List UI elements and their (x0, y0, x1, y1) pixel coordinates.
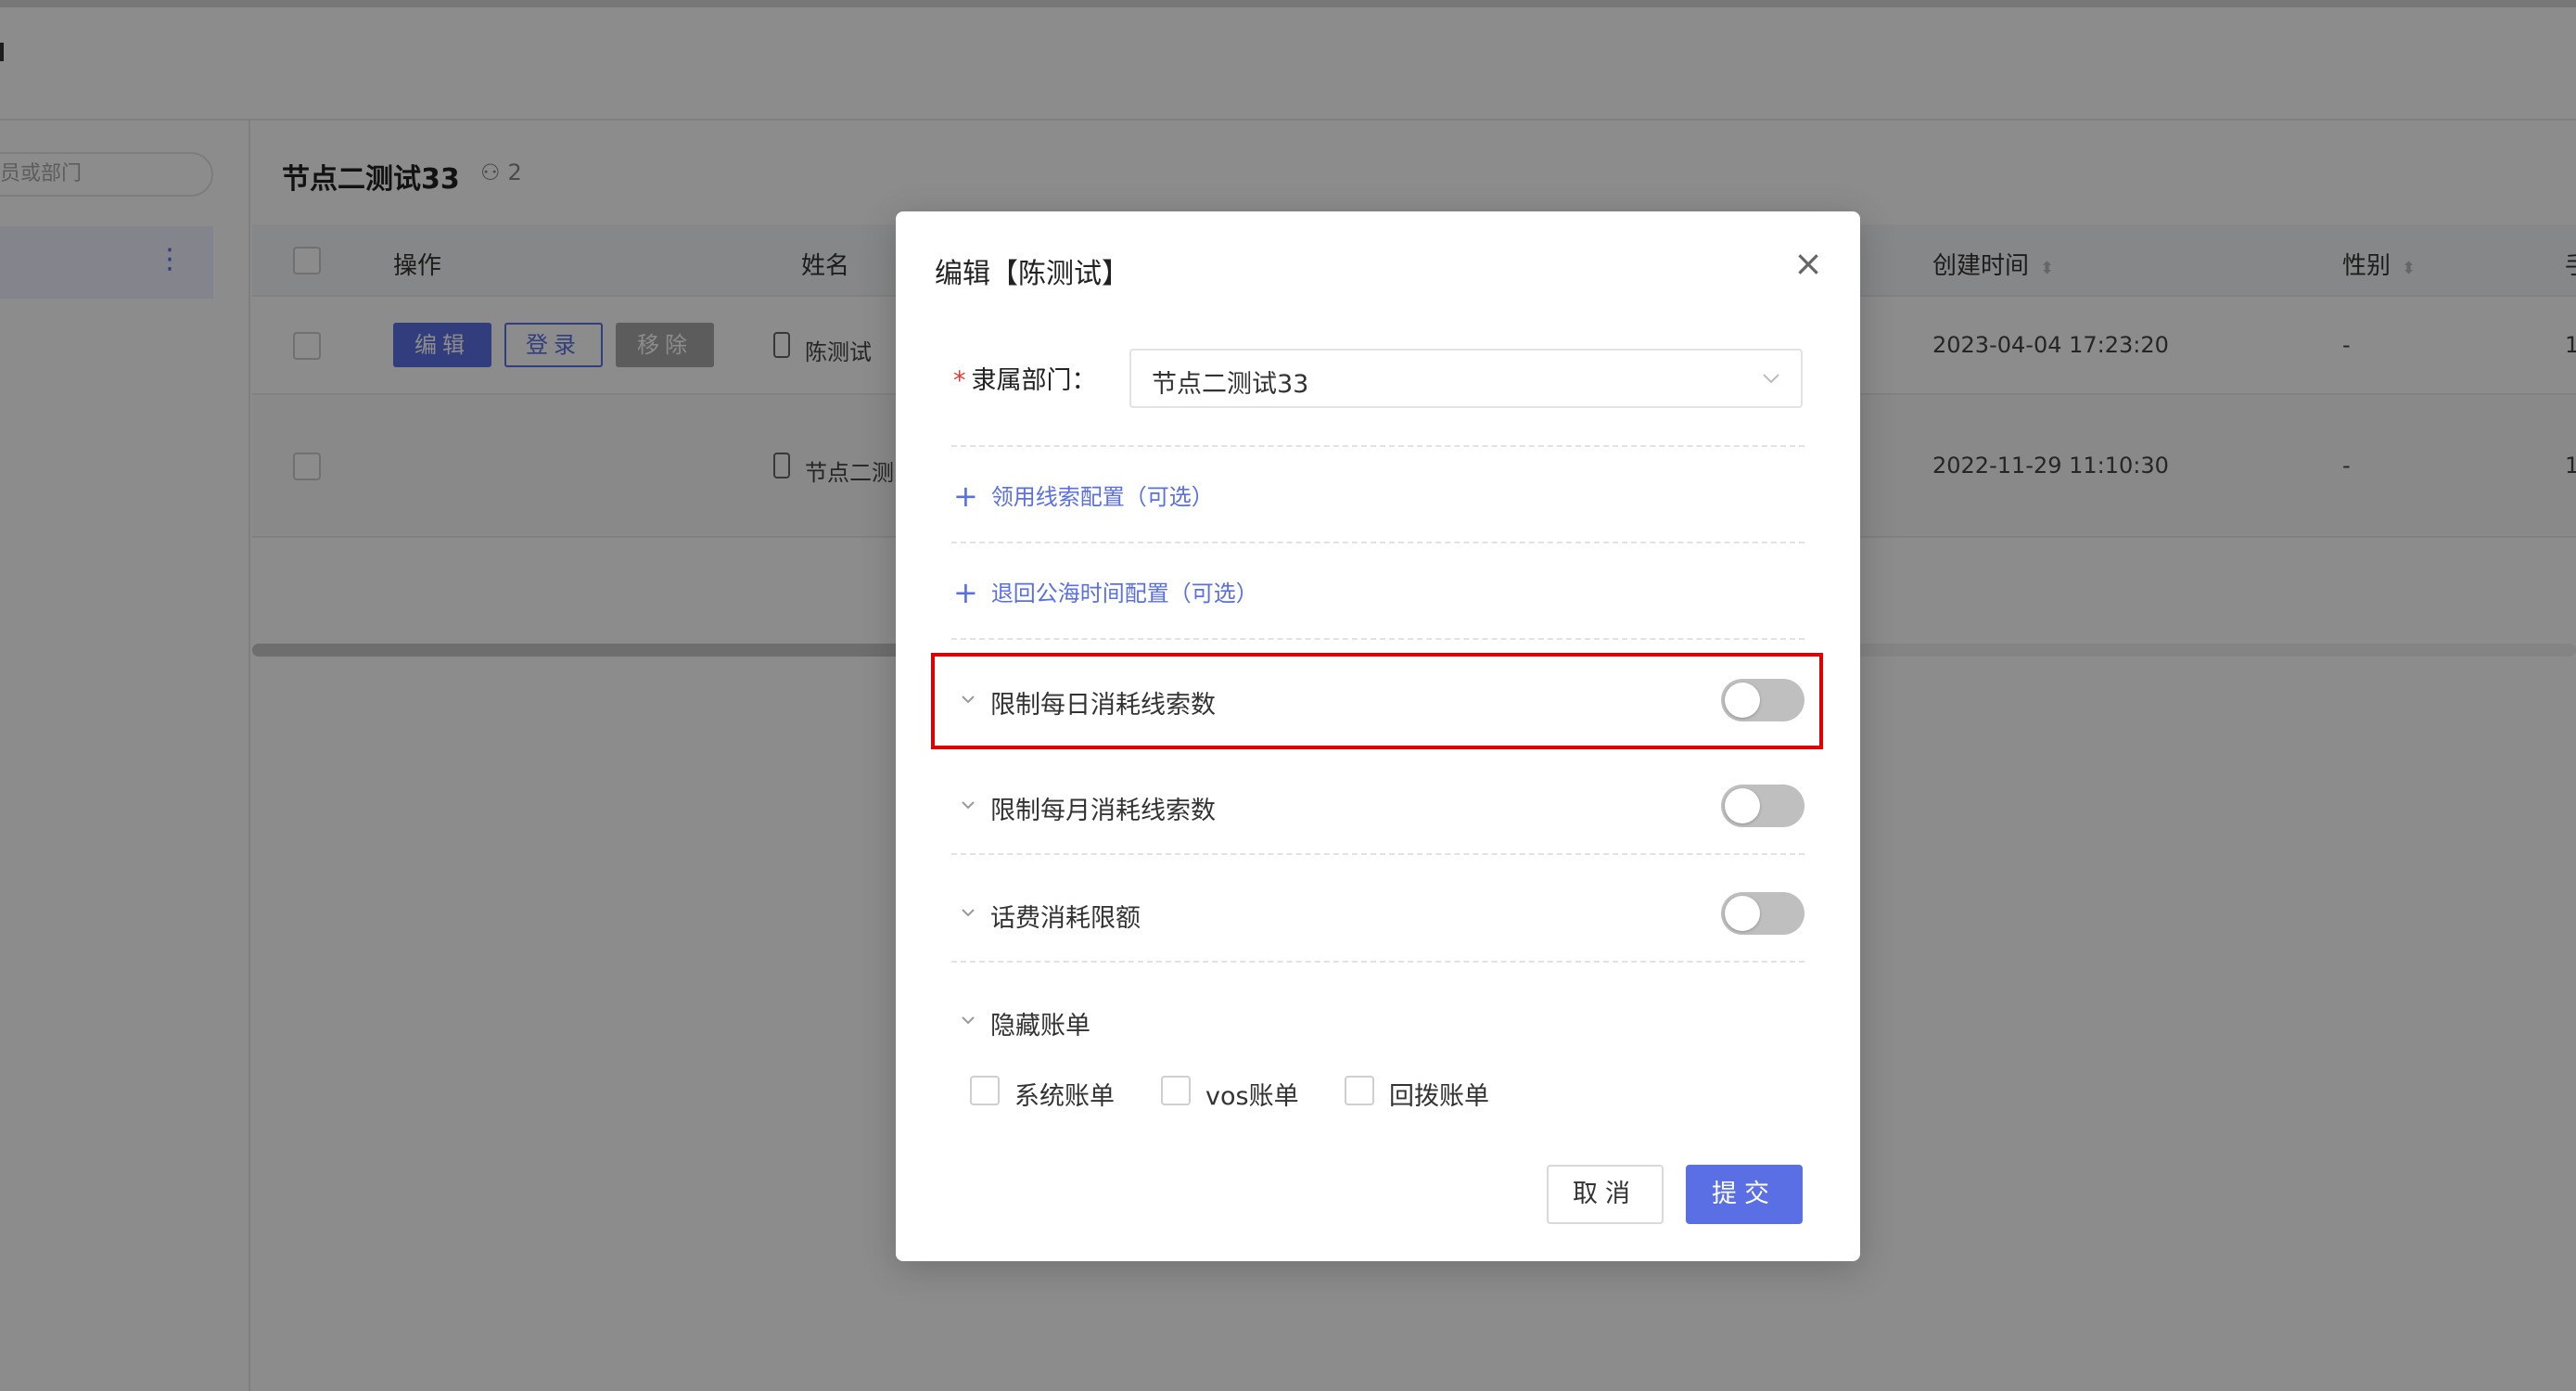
system-bill-label: 系统账单 (1014, 1082, 1115, 1111)
department-label-text: 隶属部门： (971, 366, 1097, 395)
department-select-value: 节点二测试33 (1152, 370, 1309, 399)
divider (951, 853, 1804, 855)
checkbox-box[interactable] (1161, 1076, 1191, 1105)
phone-fee-limit-row[interactable]: 话费消耗限额 (953, 887, 1804, 942)
checkbox-box[interactable] (970, 1076, 1000, 1105)
monthly-lead-limit-row[interactable]: 限制每月消耗线索数 (953, 779, 1804, 835)
vos-bill-label: vos账单 (1205, 1082, 1299, 1111)
submit-button[interactable]: 提交 (1686, 1165, 1803, 1224)
lead-config-link-label: 领用线索配置（可选） (990, 484, 1214, 510)
required-mark: * (953, 366, 966, 395)
plus-icon: + (953, 575, 978, 610)
divider (951, 542, 1804, 543)
highlight-box (931, 653, 1823, 749)
return-pool-config-link[interactable]: + 退回公海时间配置（可选） (953, 575, 1258, 610)
divider (951, 961, 1804, 963)
monthly-lead-limit-toggle[interactable] (1721, 785, 1804, 827)
lead-config-link[interactable]: + 领用线索配置（可选） (953, 479, 1214, 514)
phone-fee-limit-toggle[interactable] (1721, 892, 1804, 935)
plus-icon: + (953, 479, 978, 514)
divider (951, 638, 1804, 640)
chevron-down-icon (962, 909, 975, 917)
toggle-knob (1725, 788, 1760, 823)
monthly-lead-limit-label: 限制每月消耗线索数 (990, 797, 1216, 825)
dialog-title: 编辑【陈测试】 (935, 258, 1129, 290)
chevron-down-icon (962, 801, 975, 810)
hidden-bills-label: 隐藏账单 (990, 1012, 1090, 1040)
checkbox-box[interactable] (1345, 1076, 1374, 1105)
department-label: * 隶属部门： (953, 360, 1097, 396)
chevron-down-icon (1763, 374, 1779, 384)
callback-bill-label: 回拨账单 (1389, 1082, 1489, 1111)
toggle-knob (1725, 896, 1760, 931)
close-icon[interactable]: × (1790, 245, 1827, 282)
cancel-button[interactable]: 取消 (1547, 1165, 1664, 1224)
divider (951, 445, 1804, 447)
edit-member-dialog: 编辑【陈测试】 × * 隶属部门： 节点二测试33 + 领用线索配置（可选） + 退回… (896, 211, 1860, 1261)
department-select[interactable]: 节点二测试33 (1129, 349, 1803, 408)
chevron-down-icon (962, 1016, 975, 1025)
return-pool-config-link-label: 退回公海时间配置（可选） (990, 581, 1258, 606)
phone-fee-limit-label: 话费消耗限额 (990, 904, 1141, 933)
hidden-bills-row[interactable]: 隐藏账单 (953, 994, 1804, 1050)
